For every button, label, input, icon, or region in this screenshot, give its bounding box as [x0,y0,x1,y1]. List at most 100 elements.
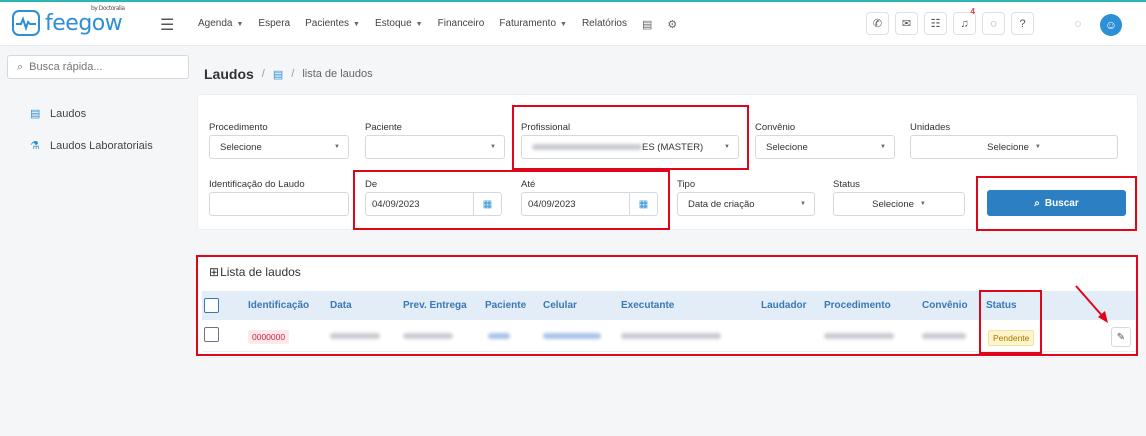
table-row[interactable]: 0000000 Pendente ✎ [202,320,1137,352]
nav-relatorios[interactable]: Relatórios [582,18,627,31]
quick-search: ⌕ [7,55,189,79]
logo-subtitle: by Doctoralia [91,4,125,12]
chevron-down-icon: ▼ [724,144,730,150]
gear-icon[interactable]: ⚙ [667,18,677,31]
select-procedimento[interactable]: Selecione ▼ [209,135,349,159]
nav-faturamento[interactable]: Faturamento ▼ [499,18,567,31]
blurred-prev-entrega [403,333,453,339]
col-executante[interactable]: Executante [621,300,674,311]
select-profissional[interactable]: ES (MASTER) ▼ [521,135,739,159]
chevron-down-icon: ▼ [334,144,340,150]
status-badge: Pendente [988,330,1035,346]
row-checkbox[interactable] [204,327,219,342]
status-dot-icon [1075,21,1081,27]
page-title: Laudos [204,66,254,82]
quick-search-input[interactable] [29,61,170,73]
select-tipo[interactable]: Data de criação ▼ [677,192,815,216]
help-icon[interactable]: ? [1011,12,1034,35]
edit-button[interactable]: ✎ [1111,327,1131,347]
blurred-paciente[interactable] [488,333,510,339]
bell-icon[interactable]: ♫ 4 [953,7,976,35]
main-nav: Agenda ▼ Espera Pacientes ▼ Estoque ▼ Finan… [198,18,677,31]
search-icon: ⌕ [1034,197,1040,209]
nav-financeiro[interactable]: Financeiro [438,18,485,31]
col-celular[interactable]: Celular [543,300,577,311]
blurred-name [532,144,642,150]
label-ate: Até [521,179,536,190]
search-icon: ⌕ [17,60,24,73]
nav-pacientes[interactable]: Pacientes ▼ [305,18,360,31]
nav-espera[interactable]: Espera [258,18,290,31]
arrow-annotation-icon [1075,285,1108,323]
logo[interactable]: feegow by Doctoralia [12,4,125,36]
select-status[interactable]: Selecione ▼ [833,192,965,216]
col-paciente[interactable]: Paciente [485,300,526,311]
chevron-down-icon: ▼ [800,201,806,207]
blurred-celular[interactable] [543,333,601,339]
document-icon: ▤ [30,108,41,120]
top-icon-bar: ✆ ✉ ☷ ♫ 4 ◌ ? [866,7,1034,35]
breadcrumb-current: lista de laudos [302,68,373,80]
phone-icon[interactable]: ✆ [866,12,889,35]
database-icon[interactable]: ▤ [642,18,652,31]
chevron-down-icon: ▼ [880,144,886,150]
label-convenio: Convênio [755,122,796,133]
nav-agenda[interactable]: Agenda ▼ [198,18,243,31]
calendar-icon[interactable]: ▦ [473,193,501,215]
col-laudador[interactable]: Laudador [761,300,807,311]
col-prev-entrega[interactable]: Prev. Entrega [403,300,467,311]
label-de: De [365,179,378,190]
chevron-down-icon: ▼ [919,201,926,207]
sidebar-item-laudos[interactable]: ▤ Laudos [30,107,87,121]
label-unidades: Unidades [910,122,951,133]
label-profissional: Profissional [521,122,571,133]
col-convenio[interactable]: Convênio [922,300,968,311]
sidebar-item-label: Laudos Laboratoriais [50,139,153,152]
chat-icon[interactable]: ◌ [982,12,1005,35]
chevron-down-icon: ▼ [1034,144,1041,150]
inbox-icon[interactable]: ✉ [895,12,918,35]
notification-badge: 4 [970,7,975,16]
col-identificacao[interactable]: Identificação [248,300,309,311]
label-procedimento: Procedimento [209,122,268,133]
nav-estoque[interactable]: Estoque ▼ [375,18,423,31]
edit-icon: ✎ [1116,331,1126,343]
blurred-executante [621,333,721,339]
col-status[interactable]: Status [986,300,1017,311]
chevron-down-icon: ▼ [490,144,496,150]
sidebar-item-laudos-laboratoriais[interactable]: ⚗ Laudos Laboratoriais [30,139,153,153]
select-convenio[interactable]: Selecione ▼ [755,135,895,159]
select-unidades[interactable]: Selecione ▼ [910,135,1118,159]
label-status: Status [833,179,860,190]
document-icon[interactable]: ▤ [273,68,283,81]
list-icon[interactable]: ☷ [924,12,947,35]
col-procedimento[interactable]: Procedimento [824,300,891,311]
list-title: ⊞ Lista de laudos [209,265,301,279]
user-avatar-icon[interactable]: ☺ [1100,14,1122,36]
input-identificacao[interactable] [209,192,349,216]
identificacao-badge[interactable]: 0000000 [248,330,290,344]
sidebar-item-label: Laudos [50,107,87,120]
select-paciente[interactable]: ▼ [365,135,505,159]
top-bar: feegow by Doctoralia ☰ Agenda ▼ Espera Pa… [0,0,1146,46]
calendar-icon[interactable]: ▦ [629,193,657,215]
logo-text: feegow by Doctoralia [45,4,125,36]
buscar-button[interactable]: ⌕ Buscar [987,190,1126,216]
flask-icon: ⚗ [30,140,40,152]
list-panel: ⊞ Lista de laudos Identificação Data Prev… [197,255,1138,358]
breadcrumb: Laudos / ▤ / lista de laudos [204,66,373,82]
label-tipo: Tipo [677,179,696,190]
blurred-procedimento [824,333,894,339]
label-paciente: Paciente [365,122,402,133]
date-ate-input[interactable]: 04/09/2023 ▦ [521,192,658,216]
table-header: Identificação Data Prev. Entrega Pacient… [202,291,1137,320]
date-de-input[interactable]: 04/09/2023 ▦ [365,192,502,216]
logo-mark-icon [12,10,40,36]
select-all-checkbox[interactable] [204,298,219,313]
table-icon: ⊞ [209,265,220,279]
col-data[interactable]: Data [330,300,352,311]
menu-icon[interactable]: ☰ [160,15,174,35]
blurred-data [330,333,380,339]
blurred-convenio [922,333,966,339]
label-identificacao: Identificação do Laudo [209,179,305,190]
